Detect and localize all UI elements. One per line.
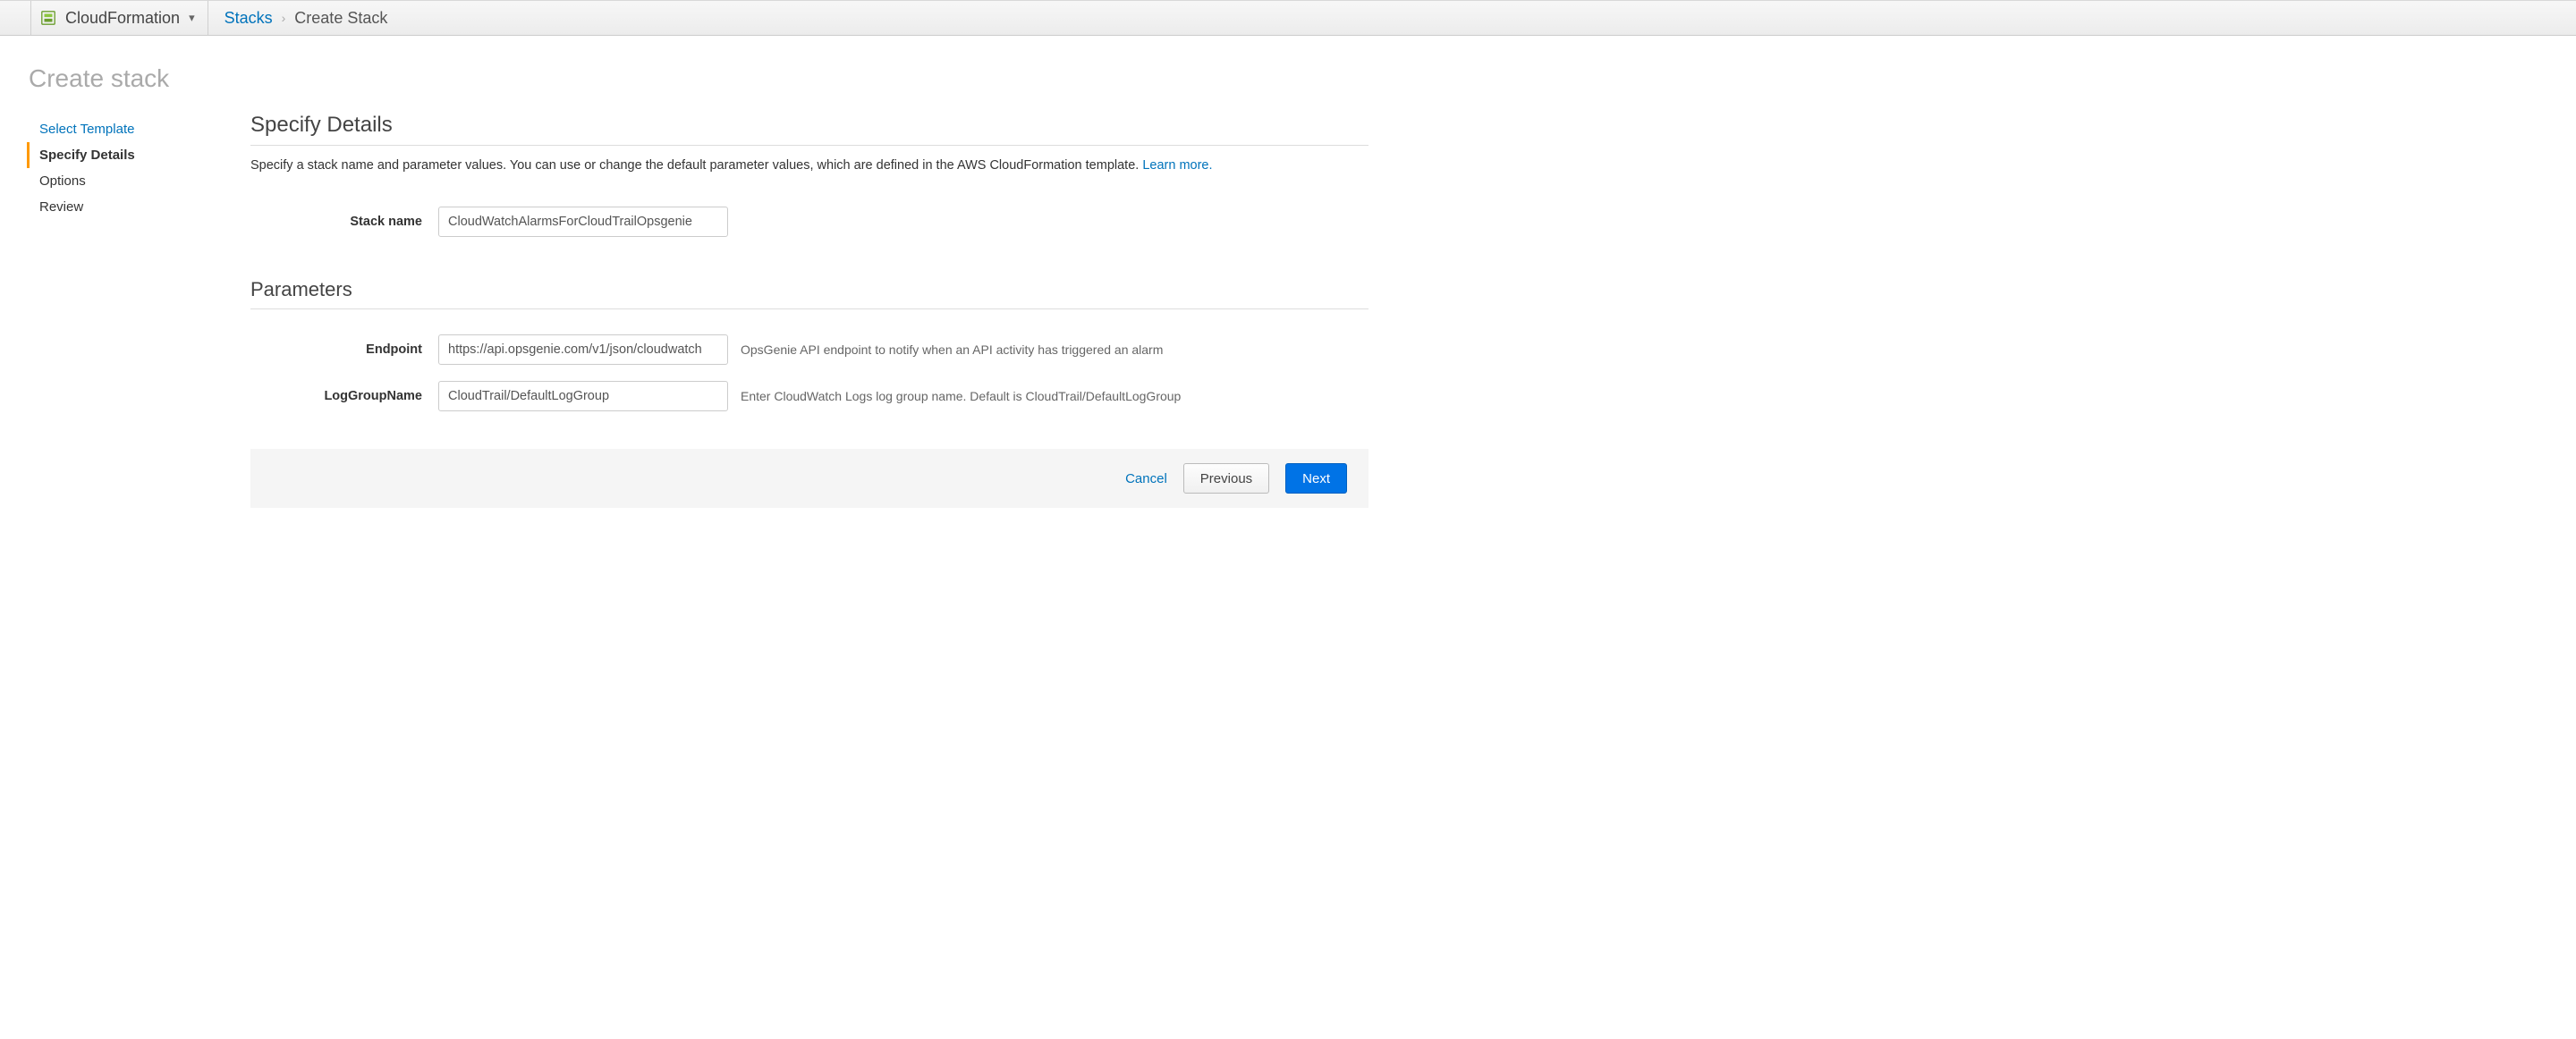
breadcrumb-separator: › bbox=[282, 11, 286, 25]
page-title: Create stack bbox=[29, 64, 2549, 93]
service-dropdown[interactable]: CloudFormation ▾ bbox=[30, 1, 208, 35]
description-text: Specify a stack name and parameter value… bbox=[250, 158, 1142, 173]
endpoint-label: Endpoint bbox=[250, 342, 438, 357]
wizard-nav: Select Template Specify Details Options … bbox=[27, 113, 250, 220]
chevron-down-icon: ▾ bbox=[189, 11, 195, 25]
next-button[interactable]: Next bbox=[1285, 463, 1347, 494]
loggroupname-row: LogGroupName Enter CloudWatch Logs log g… bbox=[250, 381, 1368, 411]
previous-button[interactable]: Previous bbox=[1183, 463, 1269, 494]
endpoint-row: Endpoint OpsGenie API endpoint to notify… bbox=[250, 334, 1368, 365]
parameters-heading: Parameters bbox=[250, 278, 1368, 309]
stack-name-label: Stack name bbox=[250, 215, 438, 229]
learn-more-link[interactable]: Learn more. bbox=[1142, 158, 1212, 173]
wizard-step-options[interactable]: Options bbox=[27, 168, 250, 194]
endpoint-help: OpsGenie API endpoint to notify when an … bbox=[741, 342, 1163, 357]
specify-details-heading: Specify Details bbox=[250, 113, 1368, 146]
loggroupname-label: LogGroupName bbox=[250, 389, 438, 403]
breadcrumb-current: Create Stack bbox=[294, 9, 387, 28]
stack-name-input[interactable] bbox=[438, 207, 728, 237]
cloudformation-icon bbox=[40, 10, 56, 26]
cancel-button[interactable]: Cancel bbox=[1125, 471, 1167, 486]
wizard-step-select-template[interactable]: Select Template bbox=[27, 116, 250, 142]
loggroupname-input[interactable] bbox=[438, 381, 728, 411]
topbar: CloudFormation ▾ Stacks › Create Stack bbox=[0, 0, 2576, 36]
service-name: CloudFormation bbox=[65, 9, 180, 28]
wizard-step-review[interactable]: Review bbox=[27, 194, 250, 220]
breadcrumb-stacks[interactable]: Stacks bbox=[225, 9, 273, 28]
loggroupname-help: Enter CloudWatch Logs log group name. De… bbox=[741, 389, 1181, 403]
stack-name-row: Stack name bbox=[250, 207, 1368, 237]
specify-details-description: Specify a stack name and parameter value… bbox=[250, 158, 1368, 173]
button-bar: Cancel Previous Next bbox=[250, 449, 1368, 508]
endpoint-input[interactable] bbox=[438, 334, 728, 365]
wizard-step-specify-details[interactable]: Specify Details bbox=[27, 142, 250, 168]
main-content: Specify Details Specify a stack name and… bbox=[250, 113, 1368, 508]
